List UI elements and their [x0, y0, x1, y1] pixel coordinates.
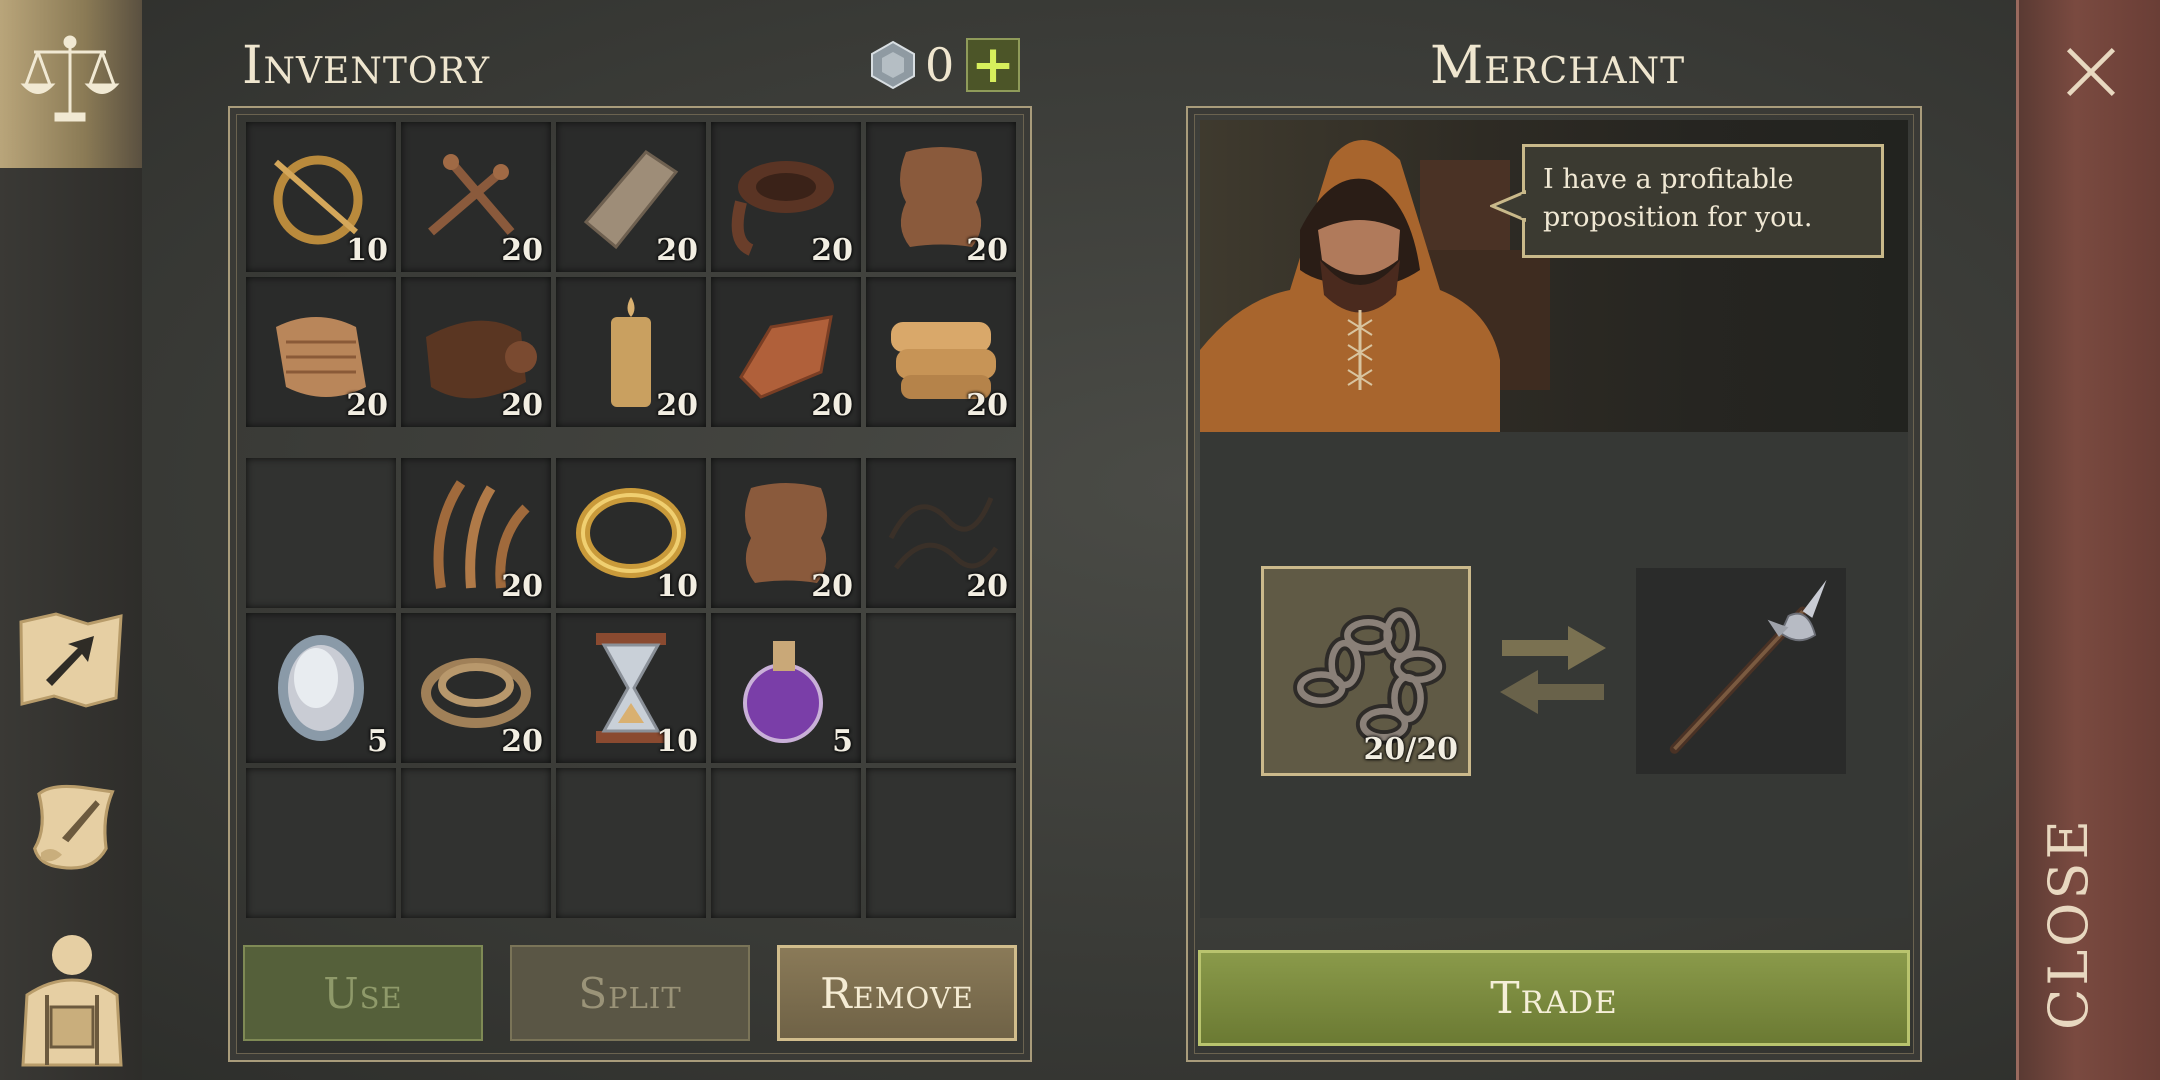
tab-character[interactable]	[16, 925, 128, 1075]
inventory-slot[interactable]: 20	[711, 122, 861, 272]
gem-currency-icon	[868, 40, 918, 90]
item-count: 20	[966, 233, 1008, 268]
item-count: 20	[656, 388, 698, 423]
item-count: 20	[656, 233, 698, 268]
item-count: 20	[966, 569, 1008, 604]
inventory-slot[interactable]: 5	[711, 613, 861, 763]
inventory-slot[interactable]: 20	[401, 277, 551, 427]
inventory-title: Inventory	[242, 36, 491, 96]
inventory-slot-empty[interactable]	[866, 768, 1016, 918]
inventory-slot[interactable]: 20	[866, 458, 1016, 608]
item-count: 20	[501, 724, 543, 759]
speech-bubble-tail	[1490, 189, 1526, 223]
add-currency-button[interactable]: +	[966, 38, 1020, 92]
close-label: CLOSE	[2037, 817, 2100, 1030]
tab-map[interactable]	[16, 610, 126, 710]
inventory-slot[interactable]: 20	[556, 277, 706, 427]
offer-slot[interactable]: 20/20	[1261, 566, 1471, 776]
plus-icon: +	[971, 35, 1015, 95]
chain-icon	[1293, 607, 1447, 745]
halberd-icon	[1669, 579, 1827, 754]
item-count: 20	[501, 388, 543, 423]
inventory-slot[interactable]: 20	[401, 458, 551, 608]
item-count: 5	[367, 724, 388, 759]
item-count: 20	[501, 233, 543, 268]
inventory-slot[interactable]: 10	[246, 122, 396, 272]
inventory-slot-empty[interactable]	[246, 768, 396, 918]
inventory-slot[interactable]: 5	[246, 613, 396, 763]
inventory-slot[interactable]: 20	[866, 277, 1016, 427]
inventory-slot-empty[interactable]	[556, 768, 706, 918]
split-button[interactable]: Split	[510, 945, 750, 1041]
tab-trade[interactable]	[0, 0, 142, 168]
inventory-slot-empty[interactable]	[711, 768, 861, 918]
merchant-title: Merchant	[1430, 36, 1686, 96]
currency-amount: 0	[925, 38, 955, 92]
scroll-icon	[33, 784, 115, 870]
item-count: 20	[811, 233, 853, 268]
offer-count: 20/20	[1363, 732, 1458, 767]
item-count: 5	[832, 724, 853, 759]
inventory-slot[interactable]: 20	[711, 458, 861, 608]
close-button[interactable]: CLOSE	[2016, 0, 2160, 1080]
close-icon	[2066, 47, 2116, 97]
tab-quests[interactable]	[20, 775, 125, 880]
receive-slot[interactable]	[1636, 568, 1846, 774]
merchant-speech-text: I have a profitable proposition for you.	[1543, 164, 1813, 233]
item-count: 10	[346, 233, 388, 268]
use-button[interactable]: Use	[243, 945, 483, 1041]
inventory-slot[interactable]: 20	[246, 277, 396, 427]
item-count: 20	[811, 388, 853, 423]
inventory-slot[interactable]: 20	[866, 122, 1016, 272]
map-icon	[19, 612, 123, 708]
inventory-slot[interactable]: 20	[401, 613, 551, 763]
inventory-slot[interactable]: 10	[556, 613, 706, 763]
item-count: 10	[656, 724, 698, 759]
inventory-slot[interactable]: 20	[401, 122, 551, 272]
backpack-icon	[21, 935, 123, 1067]
inventory-slot-empty[interactable]	[866, 613, 1016, 763]
item-count: 20	[346, 388, 388, 423]
inventory-slot-empty[interactable]	[401, 768, 551, 918]
remove-button[interactable]: Remove	[777, 945, 1017, 1041]
item-count: 10	[656, 569, 698, 604]
item-count: 20	[811, 569, 853, 604]
trade-button[interactable]: Trade	[1198, 950, 1910, 1046]
inventory-slot-empty[interactable]	[246, 458, 396, 608]
merchant-speech-bubble: I have a profitable proposition for you.	[1522, 144, 1884, 258]
inventory-slot[interactable]: 20	[711, 277, 861, 427]
scales-icon	[20, 35, 120, 122]
exchange-arrows-icon	[1500, 626, 1606, 714]
inventory-slot[interactable]: 20	[556, 122, 706, 272]
item-count: 20	[501, 569, 543, 604]
inventory-slot[interactable]: 10	[556, 458, 706, 608]
item-count: 20	[966, 388, 1008, 423]
